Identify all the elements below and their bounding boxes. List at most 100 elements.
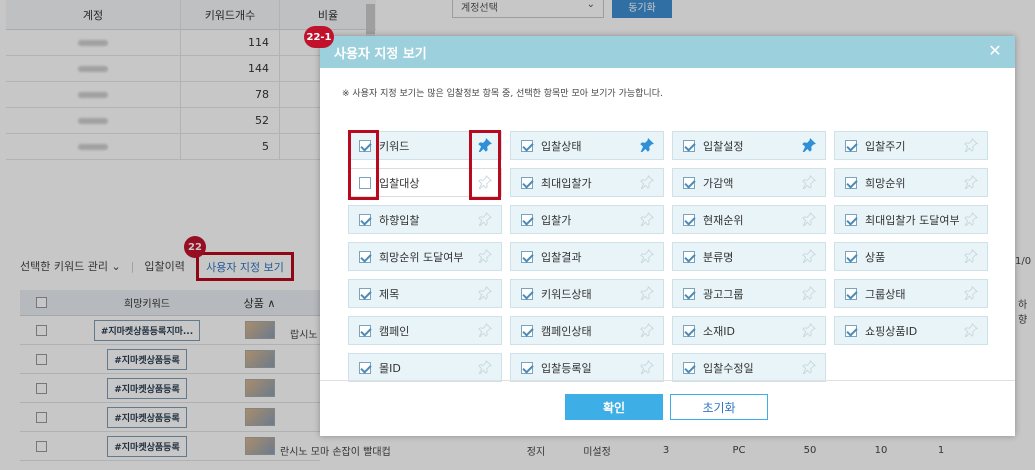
column-option-1[interactable]: 입찰상태 xyxy=(510,131,664,160)
manage-keywords-dropdown[interactable]: 선택한 키워드 관리 ⌄ xyxy=(20,258,121,274)
pin-icon[interactable] xyxy=(640,249,654,264)
option-checkbox[interactable] xyxy=(845,324,857,337)
pin-icon[interactable] xyxy=(478,286,492,301)
option-checkbox[interactable] xyxy=(359,287,371,300)
pin-icon[interactable] xyxy=(640,286,654,301)
column-option-16[interactable]: 제목 xyxy=(348,279,502,308)
option-checkbox[interactable] xyxy=(521,176,533,189)
pin-icon[interactable] xyxy=(802,212,816,227)
column-option-24[interactable]: 몰ID xyxy=(348,353,502,382)
row-checkbox[interactable] xyxy=(35,353,47,365)
row-checkbox[interactable] xyxy=(35,440,47,452)
pin-icon[interactable] xyxy=(964,138,978,153)
keyword-tag[interactable]: #지마켓상품등록 xyxy=(107,435,187,457)
option-checkbox[interactable] xyxy=(845,250,857,263)
column-option-8[interactable]: 하향입찰 xyxy=(348,205,502,234)
option-checkbox[interactable] xyxy=(845,213,857,226)
column-option-15[interactable]: 상품 xyxy=(834,242,988,271)
sync-button[interactable]: 동기화 xyxy=(612,0,672,18)
pin-icon[interactable] xyxy=(640,138,654,153)
row-checkbox[interactable] xyxy=(35,324,47,336)
option-checkbox[interactable] xyxy=(683,250,695,263)
header-product[interactable]: 상품 ∧ xyxy=(232,295,287,311)
column-option-20[interactable]: 캠페인 xyxy=(348,316,502,345)
pin-icon[interactable] xyxy=(802,138,816,153)
pin-icon[interactable] xyxy=(964,175,978,190)
column-option-10[interactable]: 현재순위 xyxy=(672,205,826,234)
pin-icon[interactable] xyxy=(964,249,978,264)
keyword-tag[interactable]: #지마켓상품등록 xyxy=(107,348,187,370)
column-option-3[interactable]: 입찰주기 xyxy=(834,131,988,160)
column-option-2[interactable]: 입찰설정 xyxy=(672,131,826,160)
option-checkbox[interactable] xyxy=(845,176,857,189)
step-badge-22-1: 22-1 xyxy=(304,26,334,48)
row-value-4: 1 xyxy=(937,444,945,456)
reset-button[interactable]: 초기화 xyxy=(670,394,768,420)
column-option-19[interactable]: 그룹상태 xyxy=(834,279,988,308)
option-checkbox[interactable] xyxy=(359,250,371,263)
option-checkbox[interactable] xyxy=(521,287,533,300)
option-checkbox[interactable] xyxy=(521,139,533,152)
chevron-down-icon: ⌄ xyxy=(111,260,121,273)
option-checkbox[interactable] xyxy=(683,176,695,189)
column-option-13[interactable]: 입찰결과 xyxy=(510,242,664,271)
row-checkbox[interactable] xyxy=(35,411,47,423)
account-select[interactable]: 계정선택 ⌄ xyxy=(452,0,604,18)
pin-icon[interactable] xyxy=(802,175,816,190)
select-all-checkbox[interactable] xyxy=(35,297,47,308)
column-option-12[interactable]: 희망순위 도달여부 xyxy=(348,242,502,271)
option-checkbox[interactable] xyxy=(359,324,371,337)
pin-icon[interactable] xyxy=(478,360,492,375)
bid-history-link[interactable]: 입찰이력 xyxy=(144,258,184,274)
option-checkbox[interactable] xyxy=(845,287,857,300)
row-checkbox[interactable] xyxy=(35,382,47,394)
keyword-tag[interactable]: #지마켓상품등록지마... xyxy=(93,319,201,341)
pin-icon[interactable] xyxy=(478,249,492,264)
option-checkbox[interactable] xyxy=(521,250,533,263)
column-option-14[interactable]: 분류명 xyxy=(672,242,826,271)
pin-icon[interactable] xyxy=(640,323,654,338)
pin-icon[interactable] xyxy=(964,286,978,301)
option-checkbox[interactable] xyxy=(683,361,695,374)
option-checkbox[interactable] xyxy=(521,213,533,226)
column-option-11[interactable]: 최대입찰가 도달여부 xyxy=(834,205,988,234)
option-checkbox[interactable] xyxy=(359,213,371,226)
option-checkbox[interactable] xyxy=(359,361,371,374)
column-option-6[interactable]: 가감액 xyxy=(672,168,826,197)
option-checkbox[interactable] xyxy=(521,361,533,374)
pin-icon[interactable] xyxy=(802,249,816,264)
keyword-tag[interactable]: #지마켓상품등록 xyxy=(107,406,187,428)
option-checkbox[interactable] xyxy=(683,324,695,337)
pin-icon[interactable] xyxy=(640,360,654,375)
column-option-26[interactable]: 입찰수정일 xyxy=(672,353,826,382)
pin-icon[interactable] xyxy=(802,323,816,338)
option-checkbox[interactable] xyxy=(683,139,695,152)
option-checkbox[interactable] xyxy=(683,213,695,226)
column-option-23[interactable]: 쇼핑상품ID xyxy=(834,316,988,345)
column-option-21[interactable]: 캠페인상태 xyxy=(510,316,664,345)
column-option-22[interactable]: 소재ID xyxy=(672,316,826,345)
pin-icon[interactable] xyxy=(640,212,654,227)
column-option-18[interactable]: 광고그룹 xyxy=(672,279,826,308)
option-checkbox[interactable] xyxy=(845,139,857,152)
pin-icon[interactable] xyxy=(640,175,654,190)
option-checkbox[interactable] xyxy=(521,324,533,337)
column-option-5[interactable]: 최대입찰가 xyxy=(510,168,664,197)
modal-header: 사용자 지정 보기 ✕ xyxy=(320,36,1015,68)
close-icon[interactable]: ✕ xyxy=(987,43,1003,59)
option-label: 입찰가 xyxy=(541,213,572,227)
column-option-7[interactable]: 희망순위 xyxy=(834,168,988,197)
option-checkbox[interactable] xyxy=(683,287,695,300)
pin-icon[interactable] xyxy=(802,360,816,375)
keyword-tag[interactable]: #지마켓상품등록 xyxy=(107,377,187,399)
pin-icon[interactable] xyxy=(478,323,492,338)
pin-icon[interactable] xyxy=(964,323,978,338)
confirm-button[interactable]: 확인 xyxy=(565,394,663,420)
pin-icon[interactable] xyxy=(964,212,978,227)
custom-view-button[interactable]: 사용자 지정 보기 xyxy=(196,252,294,281)
column-option-17[interactable]: 키워드상태 xyxy=(510,279,664,308)
pin-icon[interactable] xyxy=(802,286,816,301)
column-option-9[interactable]: 입찰가 xyxy=(510,205,664,234)
pin-icon[interactable] xyxy=(478,212,492,227)
column-option-25[interactable]: 입찰등록일 xyxy=(510,353,664,382)
